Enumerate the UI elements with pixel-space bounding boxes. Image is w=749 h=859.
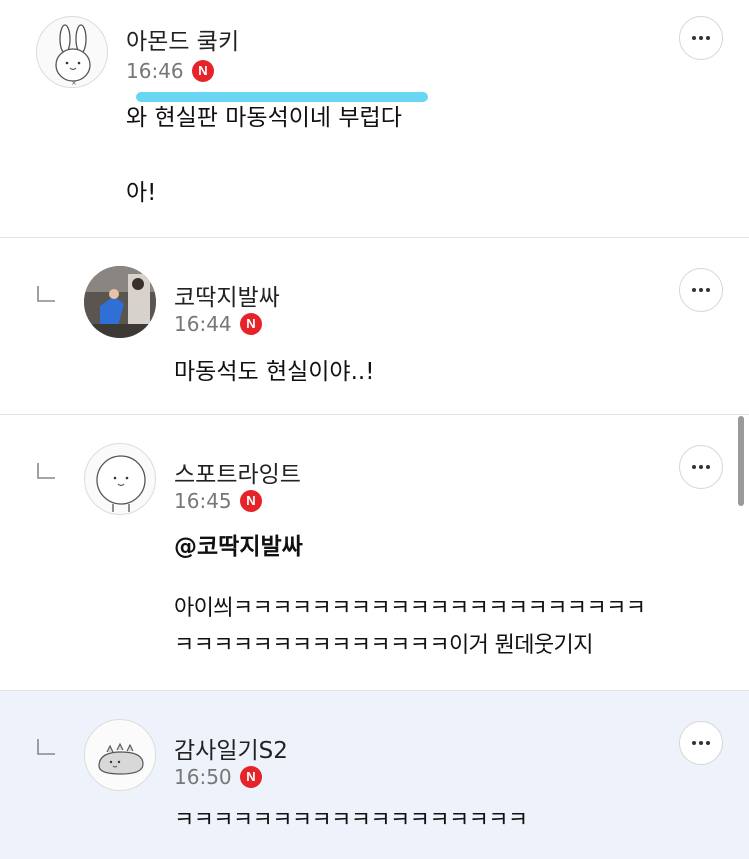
bunny-avatar-icon: ×: [55, 24, 91, 87]
comment-item: × 아몬드 쿸키 16:46 N 와 현실판 마동석이네 부럽다 아!: [0, 0, 749, 237]
more-horizontal-icon: [692, 36, 696, 40]
text-highlight-marker: [136, 92, 428, 102]
dinosaur-avatar-icon: [98, 742, 144, 775]
comment-reply-item: 코딱지발싸 16:44 N 마동석도 현실이야..!: [0, 238, 749, 414]
comment-reply-item: 스포트라잉트 16:45 N @코딱지발싸 아이씌ㅋㅋㅋㅋㅋㅋㅋㅋㅋㅋㅋㅋㅋㅋㅋ…: [0, 415, 749, 690]
comment-author[interactable]: 코딱지발싸: [174, 278, 280, 312]
comment-text: 와 현실판 마동석이네 부럽다: [126, 105, 402, 131]
new-badge-icon: N: [240, 766, 262, 788]
photo-avatar-icon: [84, 266, 156, 338]
new-badge-icon: N: [192, 60, 214, 82]
more-options-button[interactable]: [679, 268, 723, 312]
comment-time: 16:44: [174, 312, 232, 336]
svg-text:×: ×: [71, 79, 77, 87]
scrollbar[interactable]: [738, 416, 744, 506]
comment-text: ㅋㅋㅋㅋㅋㅋㅋㅋㅋㅋㅋㅋㅋㅋ이거 뭔데웃기지: [174, 633, 593, 658]
comment-time: 16:50: [174, 765, 232, 789]
more-horizontal-icon: [692, 741, 696, 745]
new-badge-icon: N: [240, 490, 262, 512]
comment-time: 16:45: [174, 489, 232, 513]
comment-text: ㅋㅋㅋㅋㅋㅋㅋㅋㅋㅋㅋㅋㅋㅋㅋㅋㅋㅋ: [174, 808, 528, 833]
comment-author[interactable]: 아몬드 쿸키: [126, 22, 239, 56]
comment-text: 아이씌ㅋㅋㅋㅋㅋㅋㅋㅋㅋㅋㅋㅋㅋㅋㅋㅋㅋㅋㅋㅋㅋ: [174, 596, 646, 621]
avatar[interactable]: [84, 719, 156, 791]
more-options-button[interactable]: [679, 445, 723, 489]
comment-time: 16:46: [126, 59, 184, 83]
reply-arrow-icon: [37, 739, 55, 755]
comment-text: 마동석도 현실이야..!: [174, 359, 375, 385]
more-horizontal-icon: [692, 288, 696, 292]
avatar[interactable]: [84, 443, 156, 515]
more-options-button[interactable]: [679, 721, 723, 765]
reply-arrow-icon: [37, 286, 55, 302]
mention-link[interactable]: @코딱지발싸: [174, 531, 303, 563]
comment-author[interactable]: 감사일기S2: [174, 731, 288, 765]
comment-reply-item-highlighted: 감사일기S2 16:50 N ㅋㅋㅋㅋㅋㅋㅋㅋㅋㅋㅋㅋㅋㅋㅋㅋㅋㅋ: [0, 691, 749, 859]
new-badge-icon: N: [240, 313, 262, 335]
comment-author[interactable]: 스포트라잉트: [174, 455, 301, 489]
avatar[interactable]: [84, 266, 156, 338]
reply-arrow-icon: [37, 463, 55, 479]
more-options-button[interactable]: [679, 16, 723, 60]
avatar[interactable]: ×: [36, 16, 108, 88]
more-horizontal-icon: [692, 465, 696, 469]
comment-text: 아!: [126, 180, 157, 206]
round-character-avatar-icon: [96, 455, 146, 512]
